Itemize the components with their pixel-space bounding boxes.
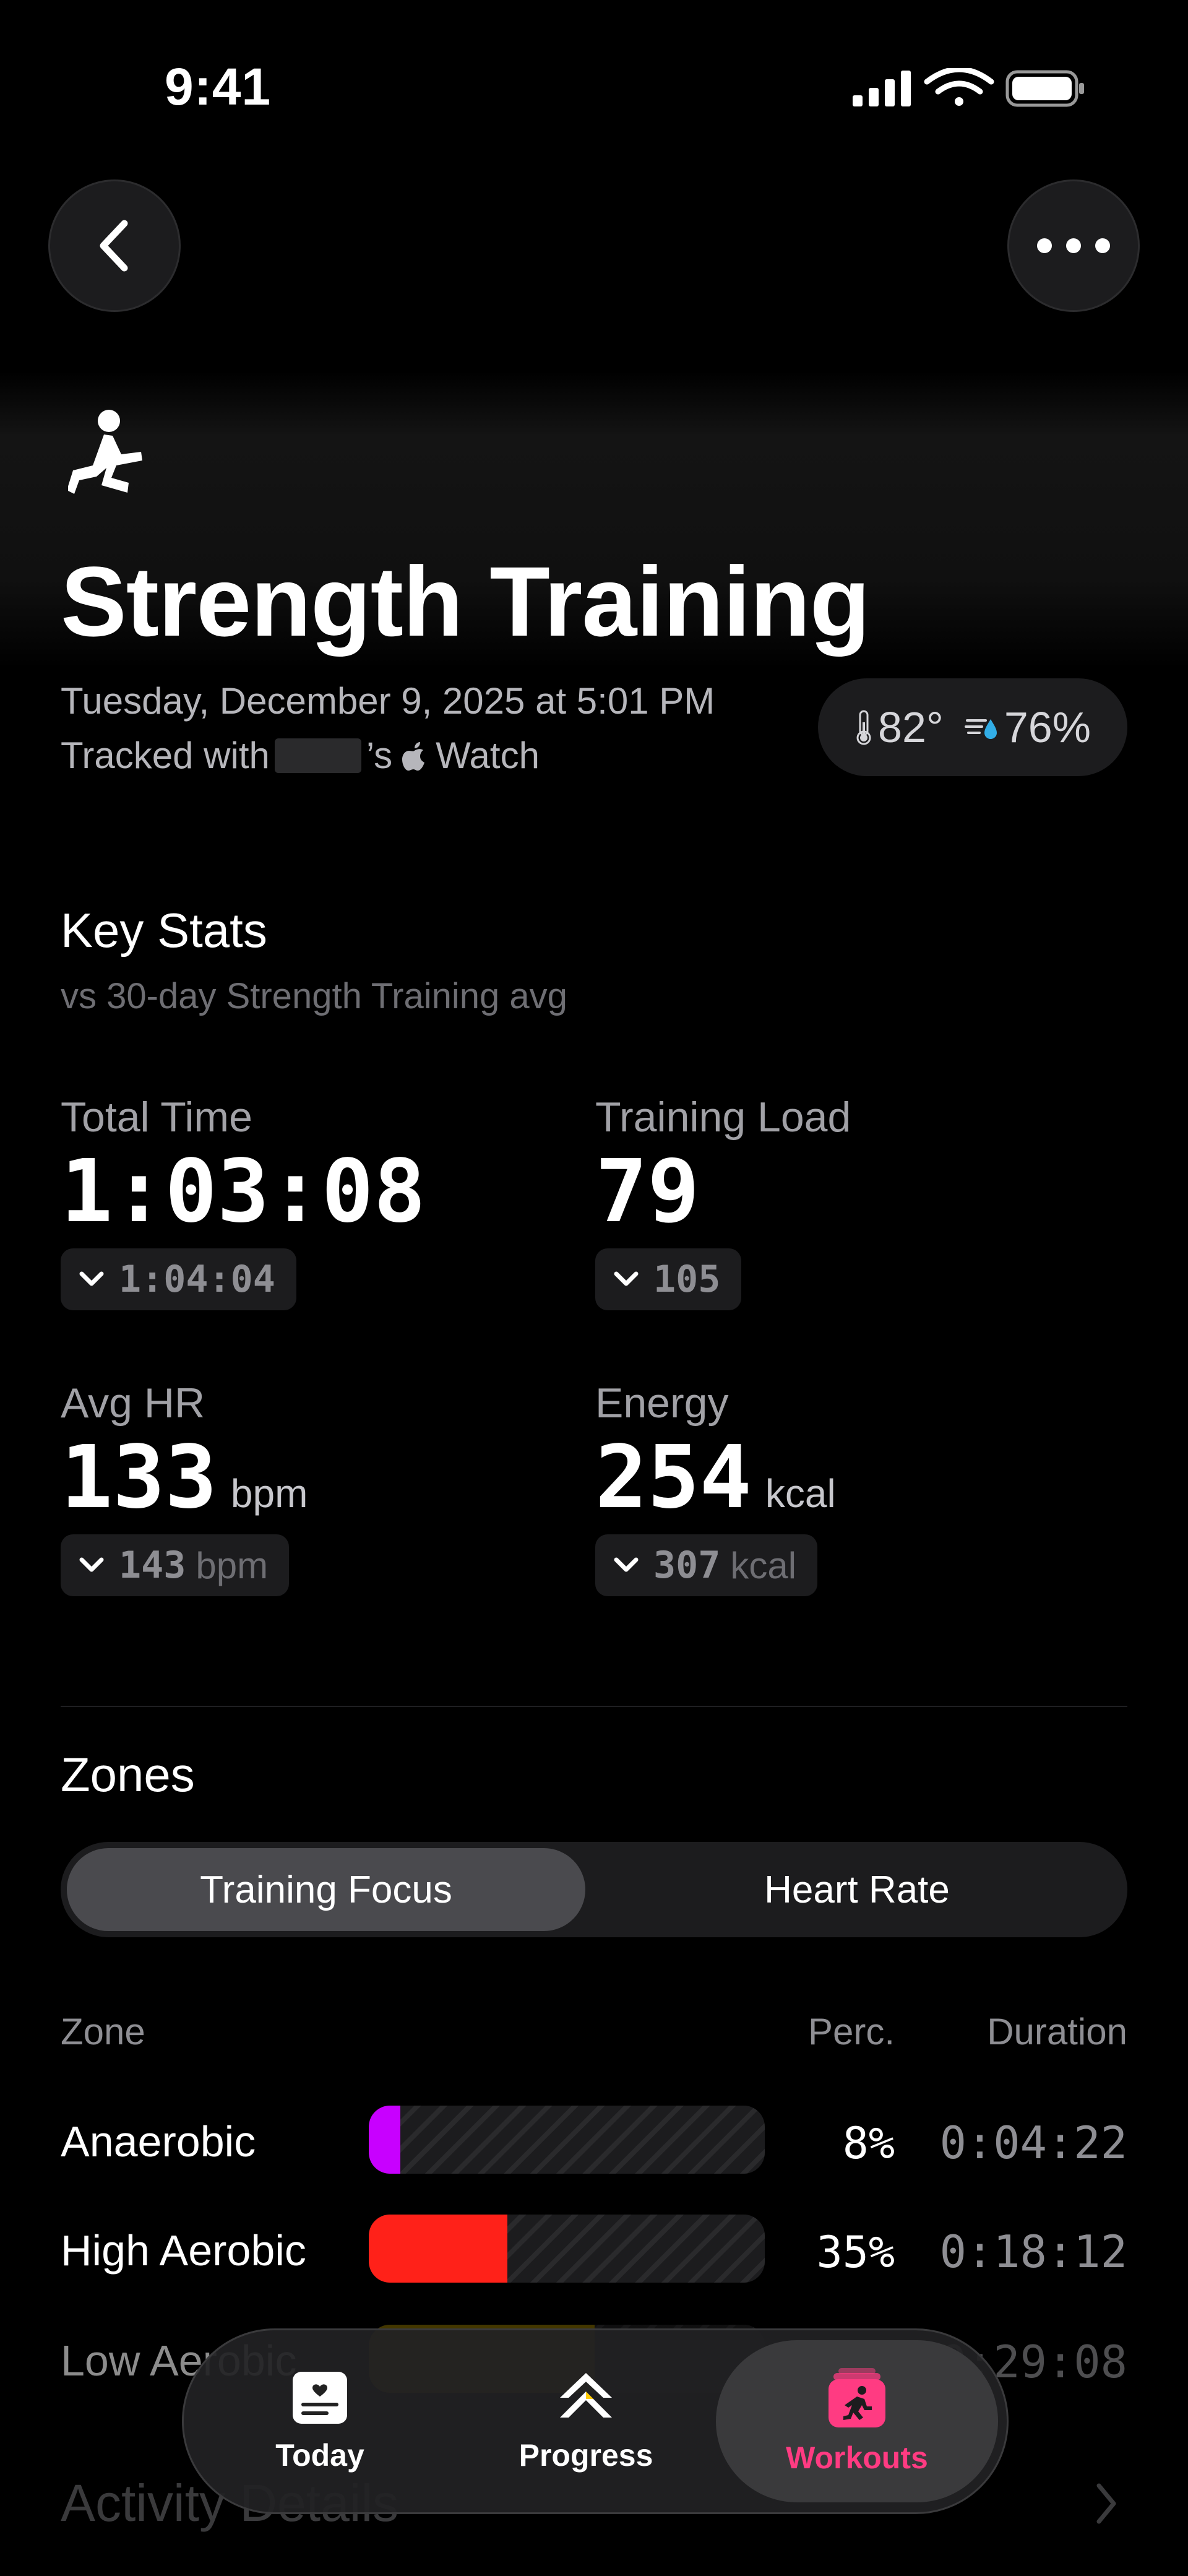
chevron-down-icon — [79, 1271, 104, 1286]
back-button[interactable] — [48, 179, 181, 312]
stat-avg-hr: Avg HR 133 bpm 143 bpm — [61, 1379, 556, 1596]
wifi-icon — [924, 68, 994, 106]
stat-label: Energy — [595, 1380, 729, 1427]
zone-bar — [369, 2106, 765, 2174]
zone-duration: 0:04:22 — [939, 2117, 1127, 2169]
key-stats-title: Key Stats — [61, 903, 267, 957]
stat-number: 1:03:08 — [61, 1141, 426, 1242]
column-header-percent: Perc. — [807, 2011, 895, 2052]
battery-icon — [1005, 70, 1084, 107]
stat-average-unit: kcal — [730, 1544, 797, 1586]
progress-icon — [560, 2373, 612, 2418]
zones-segmented-control: Training Focus Heart Rate — [61, 1842, 1127, 1937]
workout-date: Tuesday, December 9, 2025 at 5:01 PM — [61, 680, 715, 722]
stat-value: 79 — [595, 1146, 1090, 1237]
stat-comparison-pill: 307 kcal — [595, 1534, 818, 1596]
status-icons — [853, 68, 1084, 107]
zone-duration: 0:18:12 — [939, 2226, 1127, 2278]
tab-today[interactable]: Today — [209, 2330, 431, 2512]
status-time: 9:41 — [165, 58, 272, 116]
workouts-icon — [829, 2368, 885, 2427]
zone-name: Anaerobic — [61, 2117, 256, 2166]
zone-bar-fill — [369, 2106, 401, 2174]
stat-average: 307 — [653, 1544, 721, 1587]
tab-label: Today — [275, 2438, 364, 2473]
more-button[interactable] — [1007, 179, 1140, 312]
thermometer-icon — [856, 710, 871, 745]
zones-title: Zones — [61, 1747, 195, 1802]
stat-average-unit: bpm — [196, 1544, 269, 1586]
zone-bar — [369, 2215, 765, 2283]
tab-workouts[interactable]: Workouts — [716, 2340, 998, 2502]
section-divider — [61, 1706, 1127, 1707]
chevron-down-icon — [614, 1271, 639, 1286]
redacted-name — [274, 738, 361, 773]
stat-number: 133 — [61, 1427, 217, 1528]
apple-logo-icon — [402, 741, 425, 771]
humidity-value: 76% — [1004, 703, 1091, 751]
stat-label: Total Time — [61, 1094, 252, 1141]
stat-average: 1:04:04 — [119, 1258, 275, 1301]
ellipsis-icon — [1037, 238, 1110, 253]
stat-average: 143 — [119, 1544, 186, 1587]
stat-number: 254 — [595, 1427, 752, 1528]
stat-comparison-pill: 105 — [595, 1248, 742, 1310]
stat-unit: bpm — [230, 1471, 308, 1516]
tracked-device: Watch — [436, 735, 540, 776]
chevron-right-icon — [1096, 2483, 1116, 2524]
humidity-icon — [964, 719, 997, 739]
chevron-left-icon — [100, 220, 128, 272]
stat-comparison-pill: 143 bpm — [61, 1534, 290, 1596]
stat-unit: kcal — [765, 1471, 836, 1516]
weather-pill[interactable]: 82° 76% — [818, 678, 1127, 776]
zone-row: Anaerobic 8% 0:04:22 — [0, 2106, 1188, 2174]
tab-label: Workouts — [786, 2440, 928, 2475]
tracked-with: Tracked with ’s Watch — [61, 734, 540, 777]
stat-total-time: Total Time 1:03:08 1:04:04 — [61, 1093, 556, 1310]
temperature-value: 82° — [878, 703, 944, 751]
stat-value: 133 bpm — [61, 1432, 556, 1523]
stat-number: 79 — [595, 1141, 700, 1242]
segment-training-focus[interactable]: Training Focus — [67, 1848, 585, 1931]
signal-icon — [853, 71, 911, 106]
key-stats-subtitle: vs 30-day Strength Training avg — [61, 976, 567, 1016]
chevron-down-icon — [614, 1557, 639, 1572]
stat-label: Avg HR — [61, 1380, 205, 1427]
zone-row: High Aerobic 35% 0:18:12 — [0, 2215, 1188, 2283]
today-icon — [293, 2372, 347, 2424]
column-header-zone: Zone — [61, 2011, 145, 2052]
page-title: Strength Training — [61, 546, 870, 657]
tracked-prefix: Tracked with — [61, 735, 270, 776]
zone-percent: 8% — [842, 2118, 895, 2169]
stat-training-load: Training Load 79 105 — [595, 1093, 1090, 1310]
stat-label: Training Load — [595, 1094, 851, 1141]
column-header-duration: Duration — [987, 2011, 1127, 2052]
stat-average: 105 — [653, 1258, 721, 1301]
stat-comparison-pill: 1:04:04 — [61, 1248, 296, 1310]
zone-percent: 35% — [816, 2227, 895, 2278]
tab-label: Progress — [519, 2438, 653, 2473]
stat-value: 254 kcal — [595, 1432, 1090, 1523]
stat-energy: Energy 254 kcal 307 kcal — [595, 1379, 1090, 1596]
stat-value: 1:03:08 — [61, 1146, 556, 1237]
segment-heart-rate[interactable]: Heart Rate — [593, 1848, 1121, 1931]
tab-bar: Today Progress Workouts — [182, 2328, 1009, 2514]
tab-progress[interactable]: Progress — [475, 2330, 697, 2512]
zone-bar-fill — [369, 2215, 507, 2283]
strength-training-icon — [68, 410, 142, 494]
chevron-down-icon — [79, 1557, 104, 1572]
tracked-suffix: ’s — [366, 735, 393, 776]
zone-name: High Aerobic — [61, 2226, 306, 2275]
